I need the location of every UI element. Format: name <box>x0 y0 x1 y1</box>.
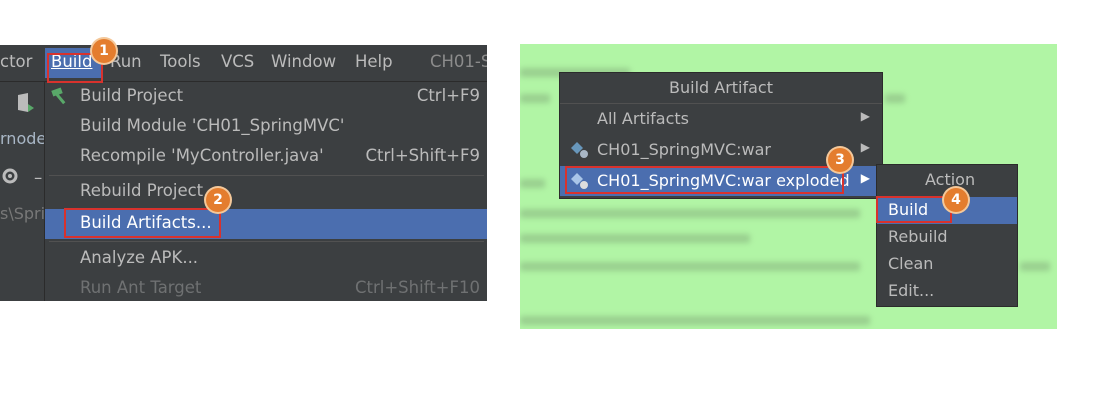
menu-vcs[interactable]: VCS <box>221 52 254 71</box>
blurred-background-text <box>520 94 550 103</box>
step-badge-4: 4 <box>944 188 968 212</box>
blurred-background-text <box>1020 262 1050 271</box>
minus-icon[interactable]: – <box>34 168 42 187</box>
menu-item-recompile[interactable]: Recompile 'MyController.java' Ctrl+Shift… <box>45 142 487 172</box>
submenu-arrow-icon: ▶ <box>860 171 870 185</box>
menu-item-run-ant-target: Run Ant Target Ctrl+Shift+F10 <box>45 274 487 301</box>
artifact-item-label: CH01_SpringMVC:war <box>597 140 771 159</box>
menu-item-shortcut: Ctrl+Shift+F9 <box>365 146 480 165</box>
artifact-item-label: All Artifacts <box>597 109 690 128</box>
submenu-arrow-icon: ▶ <box>860 140 870 154</box>
step-badge-2: 2 <box>206 188 230 212</box>
blurred-background-text <box>520 234 750 243</box>
callout-box-build-artifacts <box>64 208 221 238</box>
menu-item-rebuild-project[interactable]: Rebuild Project <box>45 177 487 207</box>
action-item-rebuild[interactable]: Rebuild <box>877 224 1017 251</box>
action-item-label: Rebuild <box>888 227 948 246</box>
menu-item-label: Build Project <box>80 86 184 105</box>
menu-item-label: Recompile 'MyController.java' <box>80 146 324 165</box>
ide-build-menu-screenshot: ctor Build Run Tools VCS Window Help CH0… <box>0 45 487 301</box>
artifact-item-all[interactable]: All Artifacts ▶ <box>560 104 882 134</box>
web-artifact-icon <box>570 141 590 163</box>
menu-item-label: Rebuild Project <box>80 181 204 200</box>
menu-separator <box>49 175 484 176</box>
action-item-label: Edit... <box>888 281 935 300</box>
action-item-edit[interactable]: Edit... <box>877 278 1017 305</box>
callout-box-action-build <box>876 196 952 223</box>
submenu-arrow-icon: ▶ <box>860 109 870 123</box>
menu-separator <box>49 241 484 242</box>
callout-box-war-exploded <box>565 166 844 194</box>
step-badge-3: 3 <box>828 148 852 172</box>
action-popup: Action Build Rebuild Clean Edit... <box>876 164 1018 307</box>
menu-tools[interactable]: Tools <box>160 52 201 71</box>
menu-item-shortcut: Ctrl+Shift+F10 <box>355 278 480 297</box>
popup-title: Build Artifact <box>560 73 882 104</box>
blurred-background-text <box>885 94 905 103</box>
gear-icon[interactable] <box>0 166 20 190</box>
menu-item-build-project[interactable]: Build Project Ctrl+F9 <box>45 82 487 112</box>
hammer-icon <box>51 87 71 109</box>
path-text: s\Spri <box>0 204 46 223</box>
menu-help[interactable]: Help <box>355 52 393 71</box>
blurred-background-text <box>520 262 860 271</box>
blurred-background-text <box>520 179 545 188</box>
menu-item-label: Build Module 'CH01_SpringMVC' <box>80 116 345 135</box>
menu-item-analyze-apk[interactable]: Analyze APK... <box>45 244 487 274</box>
menu-partial-refactor[interactable]: ctor <box>0 52 32 71</box>
shield-icon <box>16 92 36 118</box>
editor-gutter: rnode – s\Spri <box>0 82 47 301</box>
action-item-clean[interactable]: Clean <box>877 251 1017 278</box>
menu-item-label: Run Ant Target <box>80 278 202 297</box>
menu-item-label: Analyze APK... <box>80 248 199 267</box>
blurred-background-text <box>520 209 860 218</box>
step-badge-1: 1 <box>92 39 116 63</box>
blurred-background-text <box>520 316 870 325</box>
build-dropdown-menu: Build Project Ctrl+F9 Build Module 'CH01… <box>44 82 487 301</box>
menu-item-shortcut: Ctrl+F9 <box>416 86 480 105</box>
menu-window[interactable]: Window <box>271 52 336 71</box>
project-node-text: rnode <box>0 129 47 148</box>
window-title-partial: CH01-S <box>430 52 487 71</box>
menu-item-build-module[interactable]: Build Module 'CH01_SpringMVC' <box>45 112 487 142</box>
action-item-label: Clean <box>888 254 934 273</box>
